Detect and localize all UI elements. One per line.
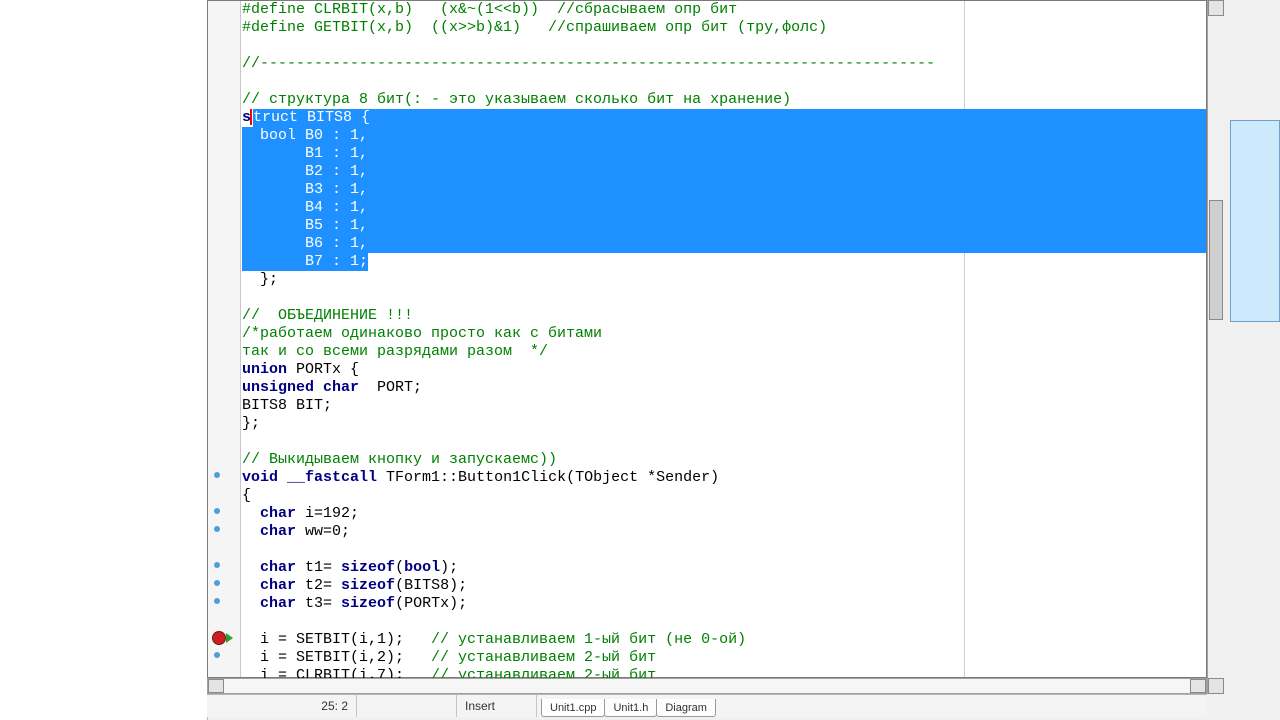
code-line: #define GETBIT(x,b) ((x>>b)&1) //спрашив… [240, 19, 1206, 37]
code-line [240, 37, 1206, 55]
executable-line-dot[interactable] [214, 526, 220, 532]
background-window [1230, 120, 1280, 322]
execution-pointer-icon [226, 633, 233, 643]
code-line: }; [240, 271, 1206, 289]
code-area[interactable]: #define CLRBIT(x,b) (x&~(1<<b)) //сбрасы… [240, 1, 1206, 677]
executable-line-dot[interactable] [214, 562, 220, 568]
code-line: // Выкидываем кнопку и запускаемс)) [240, 451, 1206, 469]
file-tab[interactable]: Diagram [656, 699, 716, 717]
executable-line-dot[interactable] [214, 472, 220, 478]
insert-mode: Insert [457, 695, 537, 717]
code-line: #define CLRBIT(x,b) (x&~(1<<b)) //сбрасы… [240, 1, 1206, 19]
code-line [240, 613, 1206, 631]
scroll-up-button[interactable] [1208, 0, 1224, 16]
editor-tabs: Unit1.cppUnit1.hDiagram [537, 695, 715, 717]
code-line: B1 : 1, [240, 145, 1206, 163]
file-tab[interactable]: Unit1.cpp [541, 699, 605, 717]
code-line: bool B0 : 1, [240, 127, 1206, 145]
code-line: unsigned char PORT; [240, 379, 1206, 397]
executable-line-dot[interactable] [214, 508, 220, 514]
code-line: // структура 8 бит(: - это указываем ско… [240, 91, 1206, 109]
code-line: struct BITS8 { [240, 109, 1206, 127]
code-line [240, 433, 1206, 451]
scroll-thumb[interactable] [1209, 200, 1223, 320]
horizontal-scrollbar[interactable] [207, 678, 1207, 694]
code-line: { [240, 487, 1206, 505]
code-line: /*работаем одинаково просто как с битами [240, 325, 1206, 343]
left-panel [0, 0, 208, 720]
code-line: так и со всеми разрядами разом */ [240, 343, 1206, 361]
hscroll-track[interactable] [224, 679, 1190, 693]
code-line: B6 : 1, [240, 235, 1206, 253]
scroll-left-button[interactable] [208, 679, 224, 693]
scroll-right-button[interactable] [1190, 679, 1206, 693]
code-line: BITS8 BIT; [240, 397, 1206, 415]
code-line: char t3= sizeof(PORTx); [240, 595, 1206, 613]
code-line: char i=192; [240, 505, 1206, 523]
code-line: //--------------------------------------… [240, 55, 1206, 73]
code-line: B7 : 1; [240, 253, 1206, 271]
code-line: }; [240, 415, 1206, 433]
code-line: B4 : 1, [240, 199, 1206, 217]
code-line: B5 : 1, [240, 217, 1206, 235]
code-line [240, 541, 1206, 559]
code-line: i = SETBIT(i,1); // устанавливаем 1-ый б… [240, 631, 1206, 649]
code-line [240, 289, 1206, 307]
scroll-down-button[interactable] [1208, 678, 1224, 694]
code-line: char t1= sizeof(bool); [240, 559, 1206, 577]
cursor-position: 25: 2 [207, 695, 357, 717]
modified-indicator [357, 695, 457, 717]
executable-line-dot[interactable] [214, 652, 220, 658]
editor-gutter [208, 1, 241, 677]
breakpoint-icon[interactable] [212, 631, 226, 645]
code-line: B3 : 1, [240, 181, 1206, 199]
code-line: union PORTx { [240, 361, 1206, 379]
code-line: i = SETBIT(i,2); // устанавливаем 2-ый б… [240, 649, 1206, 667]
code-line: char ww=0; [240, 523, 1206, 541]
executable-line-dot[interactable] [214, 598, 220, 604]
code-line: // ОБЪЕДИНЕНИЕ !!! [240, 307, 1206, 325]
code-line [240, 73, 1206, 91]
code-line: void __fastcall TForm1::Button1Click(TOb… [240, 469, 1206, 487]
ide-window: #define CLRBIT(x,b) (x&~(1<<b)) //сбрасы… [0, 0, 1280, 720]
code-line: char t2= sizeof(BITS8); [240, 577, 1206, 595]
executable-line-dot[interactable] [214, 580, 220, 586]
status-bar: 25: 2 Insert Unit1.cppUnit1.hDiagram [207, 694, 1207, 717]
file-tab[interactable]: Unit1.h [604, 699, 657, 717]
code-line: B2 : 1, [240, 163, 1206, 181]
code-editor[interactable]: #define CLRBIT(x,b) (x&~(1<<b)) //сбрасы… [207, 0, 1207, 678]
vertical-scrollbar[interactable] [1207, 0, 1224, 694]
